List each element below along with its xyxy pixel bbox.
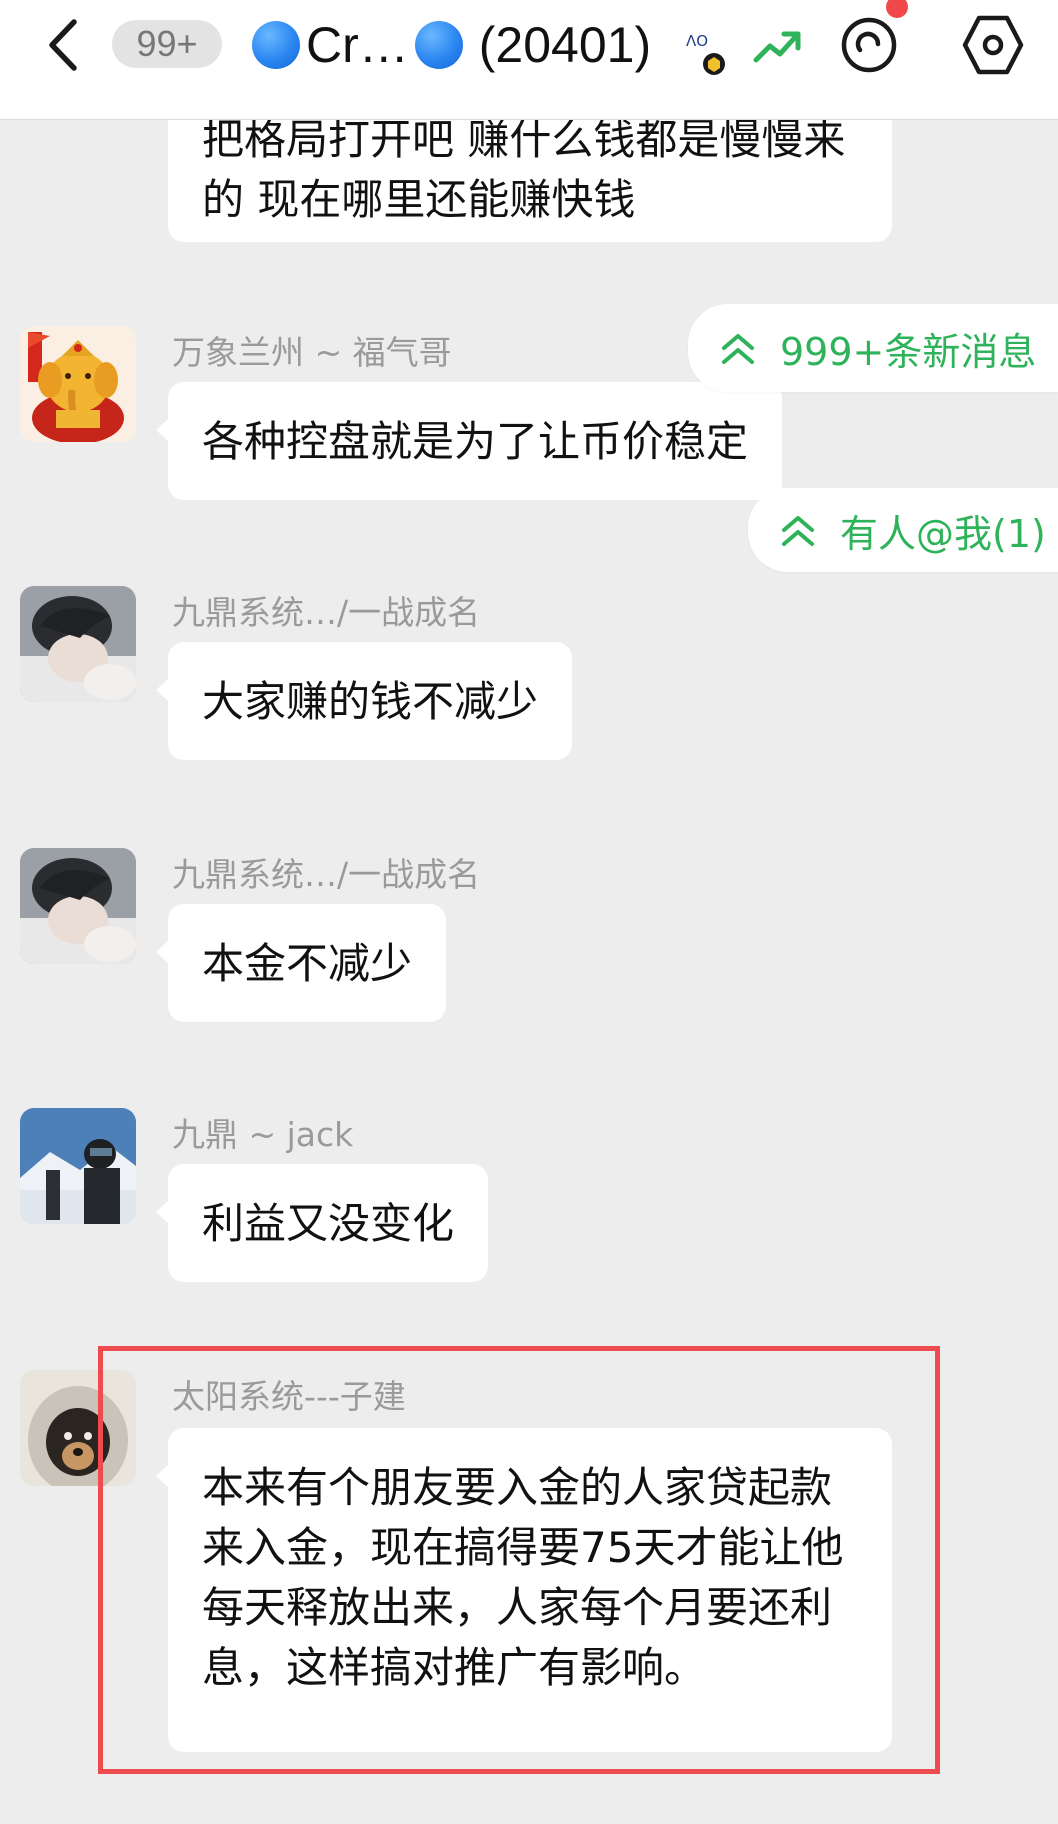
double-chevron-up-icon [722,334,754,364]
message-bubble[interactable]: 利益又没变化 [155,1164,489,1282]
message-text: 利益又没变化 [202,1199,455,1248]
blue-circle-emoji-icon [414,21,463,69]
message-text: 本金不减少 [202,939,413,988]
svg-text:ɅO: ɅO [686,32,708,50]
message-text: 各种控盘就是为了让币价稳定 [202,417,749,466]
vao-brand-icon[interactable]: ɅO [684,28,730,80]
chevron-left-icon[interactable] [40,14,90,76]
chat-title[interactable]: Cr… (20401) [252,12,651,78]
message-bubble[interactable]: 大家赚的钱不减少 [155,642,573,760]
sender-name: 太阳系统---子建 [172,1377,406,1416]
sender-name: 九鼎系统…/一战成名 [172,855,481,894]
chat-message-list[interactable]: 把格局打开吧 赚什么钱都是慢慢来的 现在哪里还能赚快钱 万象兰州 ~ 福气哥 各… [0,0,1058,1824]
avatar[interactable] [20,586,136,702]
notification-dot [886,0,908,18]
trend-up-icon[interactable] [752,26,804,66]
new-messages-label: 999+条新消息 [780,329,1037,374]
chat-title-text: Cr… [306,17,409,73]
chat-header: 99+ Cr… (20401) ɅO [0,0,1058,120]
hex-settings-icon[interactable] [962,12,1024,78]
sender-name: 九鼎系统…/一战成名 [172,593,481,632]
message-text: 大家赚的钱不减少 [202,677,539,726]
blue-circle-emoji-icon [252,21,300,69]
avatar[interactable] [20,326,136,442]
new-messages-jump-button[interactable]: 999+条新消息 [688,304,1058,392]
avatar[interactable] [20,1370,136,1486]
avatar[interactable] [20,848,136,964]
double-chevron-up-icon [782,516,814,546]
message-text: 本来有个朋友要入金的人家贷起款来入金，现在搞得要75天才能让他每天释放出来，人家… [202,1463,844,1692]
sender-name: 九鼎 ~ jack [172,1115,354,1154]
sender-name: 万象兰州 ~ 福气哥 [172,333,452,372]
member-count: (20401) [478,17,652,73]
refresh-circle-icon[interactable] [838,14,900,76]
mention-label: 有人@我(1) [840,511,1046,556]
message-bubble[interactable]: 各种控盘就是为了让币价稳定 [155,382,783,500]
mention-jump-button[interactable]: 有人@我(1) [748,488,1058,572]
message-bubble[interactable]: 本来有个朋友要入金的人家贷起款来入金，现在搞得要75天才能让他每天释放出来，人家… [156,1428,892,1752]
message-bubble[interactable]: 本金不减少 [155,904,447,1022]
message-text: 把格局打开吧 赚什么钱都是慢慢来的 现在哪里还能赚快钱 [202,115,846,224]
avatar[interactable] [20,1108,136,1224]
unread-count-badge[interactable]: 99+ [112,20,222,68]
